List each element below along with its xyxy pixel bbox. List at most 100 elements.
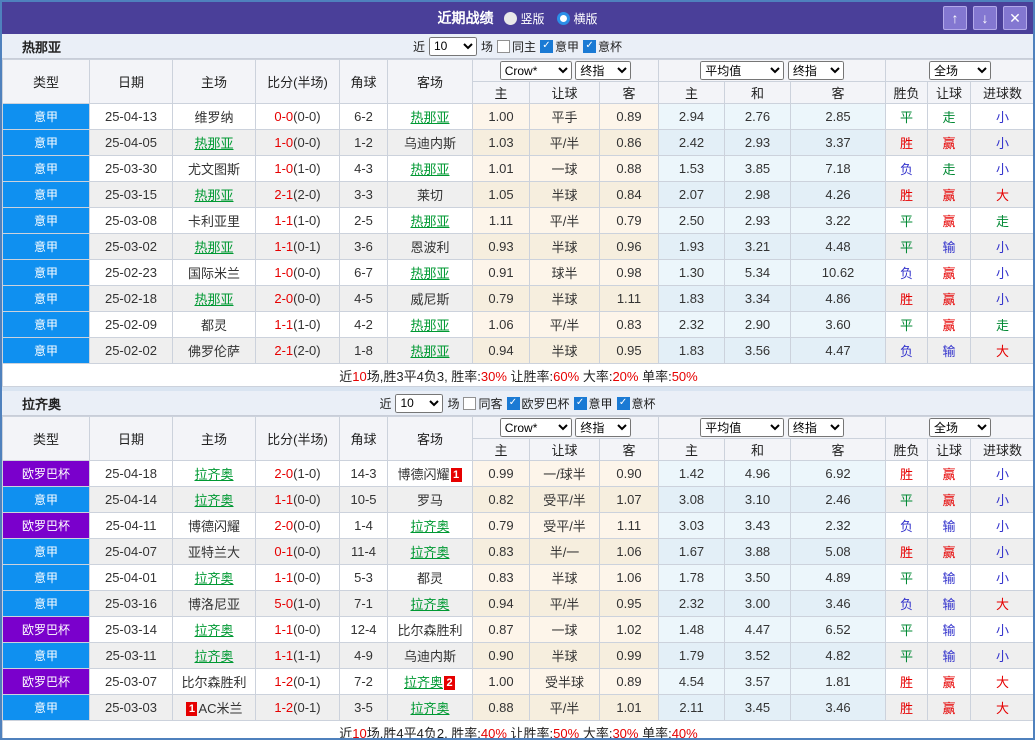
away-team-cell: 罗马 <box>387 486 473 513</box>
radio-icon[interactable] <box>503 11 517 25</box>
checkbox-icon[interactable]: ✓ <box>540 39 553 53</box>
team-link[interactable]: 热那亚 <box>194 240 233 255</box>
date-cell: 25-04-18 <box>89 460 173 487</box>
handicap-result-cell: 输 <box>927 564 972 591</box>
away-team-cell: 威尼斯 <box>387 285 473 312</box>
section-summary: 近10场,胜3平4负3, 胜率:30% 让胜率:60% 大率:20% 单率:50… <box>2 363 1033 387</box>
team-link[interactable]: 拉齐奥 <box>194 571 233 586</box>
result-cell: 胜 <box>885 129 929 156</box>
team-text: 都灵 <box>200 318 227 333</box>
recent-count-select[interactable]: 10 <box>395 393 444 413</box>
filter-checkbox-item[interactable]: 同主 <box>496 38 536 55</box>
filter-checkbox-item[interactable]: ✓ 意甲 <box>540 38 579 55</box>
odds-away-cell: 0.83 <box>598 311 660 338</box>
goals-result-cell: 小 <box>970 642 1033 669</box>
result-cell: 负 <box>885 512 929 539</box>
result-scope-select[interactable]: 全场 <box>929 61 992 80</box>
avg-away-cell: 3.22 <box>790 207 887 234</box>
goals-result-cell: 小 <box>970 564 1033 591</box>
close-button[interactable]: ✕ <box>1003 6 1027 30</box>
filter-checkbox-item[interactable]: ✓ 意杯 <box>583 38 622 55</box>
team-link[interactable]: 热那亚 <box>410 110 449 125</box>
col-odds-home: 主 <box>472 81 530 104</box>
col-result: 胜负 <box>885 438 929 461</box>
checkbox-icon[interactable] <box>463 396 477 410</box>
team-link[interactable]: 拉齐奥 <box>194 493 233 508</box>
checkbox-icon[interactable]: ✓ <box>583 39 597 53</box>
avg-draw-cell: 5.34 <box>724 259 792 286</box>
avg-home-cell: 1.93 <box>658 233 726 260</box>
avg-source-select[interactable]: 平均值 <box>700 61 785 80</box>
move-down-button[interactable]: ↓ <box>973 6 997 30</box>
checkbox-icon[interactable]: ✓ <box>506 396 520 410</box>
team-link[interactable]: 拉齐奥 <box>194 467 233 482</box>
odds-company-select[interactable]: Crow* <box>499 418 572 437</box>
avg-stage-select[interactable]: 终指 <box>787 61 844 80</box>
team-text: 乌迪内斯 <box>403 136 456 151</box>
handicap-cell: 半球 <box>529 564 600 591</box>
odds-stage-select[interactable]: 终指 <box>575 61 632 80</box>
home-team-cell: 比尔森胜利 <box>172 668 256 695</box>
odds-stage-select[interactable]: 终指 <box>575 418 632 437</box>
filter-checkbox-item[interactable]: ✓ 意甲 <box>573 395 613 412</box>
recent-count-select[interactable]: 10 <box>428 36 477 56</box>
handicap-result-cell: 赢 <box>927 460 972 487</box>
team-link[interactable]: 热那亚 <box>410 344 449 359</box>
handicap-cell: 受半球 <box>529 668 600 695</box>
team-link[interactable]: 热那亚 <box>410 266 449 281</box>
team-link[interactable]: 热那亚 <box>410 318 449 333</box>
team-link[interactable]: 热那亚 <box>410 214 449 229</box>
date-cell: 25-04-05 <box>89 129 173 156</box>
avg-source-select[interactable]: 平均值 <box>700 418 785 437</box>
checkbox-icon[interactable]: ✓ <box>573 396 587 410</box>
filter-checkbox-item[interactable]: ✓ 意杯 <box>616 395 656 412</box>
handicap-cell: 一球 <box>529 155 600 182</box>
summary-text: 40% <box>480 725 507 740</box>
handicap-cell: 平/半 <box>529 694 600 721</box>
avg-home-cell: 3.03 <box>658 512 726 539</box>
team-link[interactable]: 拉齐奥 <box>410 545 449 560</box>
team-link[interactable]: 拉齐奥 <box>404 675 443 690</box>
score-cell: 0-0(0-0) <box>255 103 340 130</box>
team-link[interactable]: 拉齐奥 <box>410 701 449 716</box>
layout-radio-selected[interactable]: 横版 <box>556 10 598 27</box>
team-link[interactable]: 拉齐奥 <box>410 519 449 534</box>
filter-checkbox-label: 欧罗巴杯 <box>521 396 570 411</box>
results-table: 类型 日期 主场 比分(半场) 角球 客场 Crow* 终指 平均值 终指 全场… <box>2 59 1033 387</box>
home-team-cell: 热那亚 <box>172 285 256 312</box>
corners-cell: 5-3 <box>339 564 388 591</box>
half-score: (0-0) <box>293 265 321 280</box>
checkbox-icon[interactable]: ✓ <box>616 396 630 410</box>
filter-checkbox-item[interactable]: 同客 <box>463 395 503 412</box>
score-cell: 2-1(2-0) <box>255 337 340 364</box>
half-score: (1-1) <box>293 648 321 663</box>
avg-stage-select[interactable]: 终指 <box>787 418 844 437</box>
league-type-cell: 意甲 <box>2 486 90 513</box>
score-cell: 2-1(2-0) <box>255 181 340 208</box>
odds-company-select[interactable]: Crow* <box>499 61 572 80</box>
team-link[interactable]: 热那亚 <box>194 136 233 151</box>
corners-cell: 14-3 <box>339 460 388 487</box>
team-link[interactable]: 拉齐奥 <box>194 649 233 664</box>
radio-icon[interactable] <box>556 11 570 25</box>
move-up-button[interactable]: ↑ <box>943 6 967 30</box>
layout-radio-option[interactable]: 竖版 <box>503 10 545 27</box>
avg-home-cell: 1.83 <box>658 285 726 312</box>
radio-label: 竖版 <box>520 11 545 26</box>
filter-checkbox-item[interactable]: ✓ 欧罗巴杯 <box>506 395 570 412</box>
team-link[interactable]: 热那亚 <box>194 188 233 203</box>
team-link[interactable]: 热那亚 <box>410 162 449 177</box>
goals-result-cell: 走 <box>970 207 1033 234</box>
col-avg-away: 客 <box>790 81 887 104</box>
final-score: 1-2 <box>274 674 294 689</box>
result-scope-select[interactable]: 全场 <box>929 418 992 437</box>
team-text: 乌迪内斯 <box>403 649 456 664</box>
score-cell: 1-0(0-0) <box>255 259 340 286</box>
checkbox-icon[interactable] <box>496 39 510 53</box>
handicap-result-cell: 输 <box>927 337 972 364</box>
team-link[interactable]: 热那亚 <box>194 292 233 307</box>
table-row: 意甲 25-04-13 维罗纳 0-0(0-0) 6-2 热那亚 1.00 平手 0.89 2.9… <box>2 103 1033 130</box>
team-link[interactable]: 拉齐奥 <box>194 623 233 638</box>
handicap-cell: 球半 <box>529 259 600 286</box>
team-link[interactable]: 拉齐奥 <box>410 597 449 612</box>
